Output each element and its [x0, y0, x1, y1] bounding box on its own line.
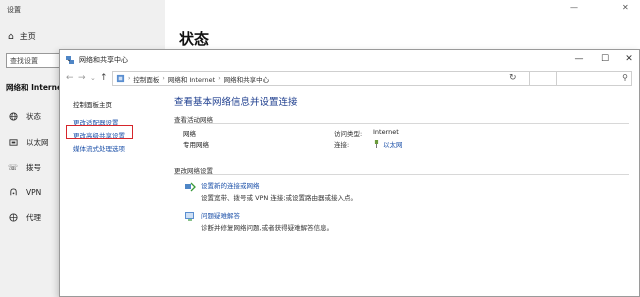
section-divider	[174, 174, 629, 175]
network-name: 网络	[183, 130, 196, 138]
cp-address-row: ← → ⌄ ↑ › 控制面板 › 网络和 Internet › 网络和共享中心 …	[60, 70, 639, 88]
settings-nav-ethernet-label: 以太网	[26, 138, 49, 147]
connection-value[interactable]: 以太网	[373, 139, 403, 149]
network-type: 专用网络	[183, 141, 209, 149]
highlight-box	[66, 125, 133, 139]
breadcrumb-separator: ›	[162, 75, 165, 82]
settings-nav-dialup[interactable]: ☏ 拨号	[8, 162, 41, 173]
settings-search-input[interactable]: 查找设置	[6, 53, 62, 68]
cp-maximize-button[interactable]: ☐	[598, 53, 612, 65]
access-type-label: 访问类型:	[334, 130, 363, 138]
breadcrumb-separator: ›	[218, 75, 221, 82]
settings-page-heading: 状态	[179, 30, 210, 48]
section-divider	[174, 123, 629, 124]
settings-home-item[interactable]: ⌂ 主页	[8, 31, 36, 42]
network-sharing-center-window: 网络和共享中心 — ☐ ✕ ← → ⌄ ↑ › 控制面板 › 网络和 Inter…	[59, 49, 640, 297]
left-pane-home-link[interactable]: 控制面板主页	[73, 99, 112, 109]
new-connection-icon	[185, 182, 196, 192]
settings-nav-vpn[interactable]: VPN	[8, 187, 41, 197]
settings-nav-status[interactable]: 状态	[8, 111, 41, 122]
phone-icon: ☏	[8, 163, 19, 172]
recent-pages-icon[interactable]: ⌄	[90, 73, 96, 84]
network-center-icon	[66, 55, 74, 64]
settings-title: 设置	[7, 6, 21, 14]
vpn-icon	[8, 187, 18, 197]
breadcrumb-network-internet[interactable]: 网络和 Internet	[168, 74, 215, 84]
settings-nav-status-label: 状态	[26, 112, 41, 121]
home-icon: ⌂	[8, 31, 14, 42]
setup-new-connection-link[interactable]: 设置新的连接或网络	[201, 180, 260, 190]
settings-nav-proxy[interactable]: 代理	[8, 212, 41, 223]
up-icon[interactable]: ↑	[100, 73, 108, 84]
ethernet-plug-icon	[374, 140, 379, 148]
cp-window-title: 网络和共享中心	[79, 55, 128, 64]
proxy-globe-icon	[8, 213, 18, 223]
connection-value-link[interactable]: 以太网	[383, 139, 403, 149]
forward-icon[interactable]: →	[78, 73, 86, 84]
back-icon[interactable]: ←	[66, 73, 74, 84]
cp-titlebar: 网络和共享中心 — ☐ ✕	[60, 50, 639, 69]
access-type-value: Internet	[373, 128, 399, 136]
globe-icon	[8, 112, 18, 122]
breadcrumb-network-sharing-center[interactable]: 网络和共享中心	[224, 74, 270, 84]
cp-close-button[interactable]: ✕	[622, 53, 636, 65]
troubleshoot-icon	[185, 212, 194, 221]
control-panel-icon	[116, 74, 125, 83]
main-title: 查看基本网络信息并设置连接	[174, 97, 298, 108]
connection-label: 连接:	[334, 141, 350, 149]
breadcrumb-separator: ›	[128, 75, 131, 82]
troubleshoot-link[interactable]: 问题疑难解答	[201, 210, 240, 220]
settings-minimize-button[interactable]: —	[570, 3, 578, 12]
settings-nav-ethernet[interactable]: 以太网	[8, 137, 49, 148]
settings-home-label: 主页	[19, 32, 36, 41]
settings-nav-proxy-label: 代理	[26, 213, 41, 222]
settings-nav-dialup-label: 拨号	[26, 163, 41, 172]
refresh-icon[interactable]: ↻	[509, 73, 517, 83]
left-pane-media-streaming-link[interactable]: 媒体流式处理选项	[73, 143, 125, 153]
troubleshoot-desc: 诊断并修复网络问题,或者获得疑难解答信息。	[201, 224, 334, 232]
settings-close-button[interactable]: ✕	[622, 3, 629, 12]
ethernet-icon	[8, 138, 18, 148]
breadcrumb-control-panel[interactable]: 控制面板	[133, 74, 159, 84]
settings-section-title: 网络和 Internet	[6, 83, 62, 92]
settings-nav-vpn-label: VPN	[26, 187, 42, 197]
address-bar[interactable]: › 控制面板 › 网络和 Internet › 网络和共享中心	[112, 71, 557, 86]
search-icon: ⚲	[622, 73, 628, 82]
setup-new-connection-desc: 设置宽带、拨号或 VPN 连接;或设置路由器或接入点。	[201, 194, 358, 202]
cp-minimize-button[interactable]: —	[572, 53, 586, 65]
cp-search-input[interactable]: ⚲	[529, 71, 632, 86]
